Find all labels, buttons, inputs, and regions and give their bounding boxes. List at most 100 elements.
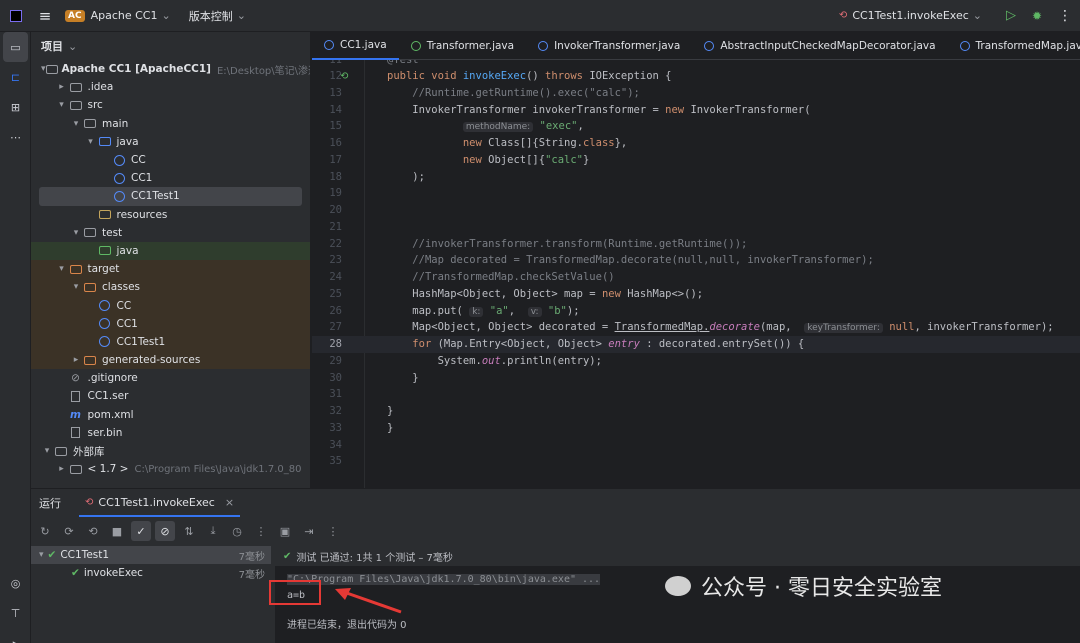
class-icon bbox=[111, 190, 127, 202]
tree-item[interactable]: CC1Test1 bbox=[39, 187, 302, 206]
chevron-icon[interactable]: ▾ bbox=[85, 137, 97, 147]
project-switcher[interactable]: AC Apache CC1 ⌄ bbox=[59, 0, 171, 32]
test-row[interactable]: ✔ invokeExec 7毫秒 bbox=[31, 564, 271, 582]
more-tools-icon[interactable]: ⋯ bbox=[0, 122, 31, 152]
tree-item[interactable]: ▾ java bbox=[31, 133, 310, 151]
more-icon[interactable]: ⋮ bbox=[1050, 0, 1080, 32]
chevron-icon[interactable]: ▾ bbox=[70, 119, 82, 129]
code-text: ); bbox=[387, 170, 425, 183]
chevron-icon[interactable]: ▸ bbox=[56, 464, 68, 474]
export-icon[interactable]: ⇥ bbox=[299, 521, 319, 541]
editor-tab[interactable]: Transformer.java bbox=[399, 32, 526, 60]
tree-item[interactable]: ⊘ .gitignore bbox=[31, 369, 310, 387]
debug-button[interactable]: ✹ bbox=[1024, 0, 1050, 32]
tree-item[interactable]: m pom.xml bbox=[31, 406, 310, 424]
jdk-icon bbox=[68, 463, 84, 475]
tool-window-bar: ▭ ⊏ ⊞ ⋯ ◎ ⊤ ▸ bbox=[0, 32, 31, 643]
code-line: 17 new Object[]{"calc"} bbox=[312, 152, 1080, 169]
tree-item[interactable]: ▸ .idea bbox=[31, 78, 310, 96]
chevron-icon[interactable]: ▸ bbox=[70, 355, 82, 365]
code-line: 33} bbox=[312, 420, 1080, 437]
test-row[interactable]: ▾ ✔ CC1Test1 7毫秒 bbox=[31, 546, 271, 564]
close-icon[interactable]: × bbox=[225, 496, 234, 509]
line-number: 22 bbox=[329, 237, 342, 250]
services-icon[interactable]: ◎ bbox=[0, 568, 31, 598]
structure-tool-icon[interactable]: ⊏ bbox=[0, 62, 31, 92]
tree-item[interactable]: ▾ main bbox=[31, 115, 310, 133]
chevron-icon[interactable]: ▾ bbox=[56, 100, 68, 110]
tree-item[interactable]: CC1 bbox=[31, 314, 310, 333]
chevron-icon[interactable]: ▾ bbox=[70, 228, 82, 238]
tree-item-label: .gitignore bbox=[87, 372, 138, 385]
terminal-icon[interactable]: ▸ bbox=[0, 628, 31, 643]
code-line: 18 ); bbox=[312, 169, 1080, 186]
rerun-icon[interactable]: ↻ bbox=[35, 521, 55, 541]
sort-icon[interactable]: ⇅ bbox=[179, 521, 199, 541]
vcs-menu[interactable]: 版本控制 ⌄ bbox=[171, 0, 246, 32]
code-line: 26 map.put( k: "a", v: "b"); bbox=[312, 303, 1080, 320]
console-output[interactable]: ✔ 测试 已通过: 1共 1 个测试 – 7毫秒 "C:\Program Fil… bbox=[269, 546, 1080, 643]
code-text: } bbox=[387, 371, 419, 384]
code-line: 11 @Test bbox=[329, 60, 419, 66]
code-line: 12 public void invokeExec() throws IOExce… bbox=[312, 68, 1080, 85]
run-tabs: 运行 ⟲ CC1Test1.invokeExec × bbox=[31, 489, 1080, 517]
code-line: 22 //invokerTransformer.transform(Runtim… bbox=[312, 236, 1080, 253]
tree-item[interactable]: CC1Test1 bbox=[31, 332, 310, 351]
code-text: InvokerTransformer invokerTransformer = … bbox=[387, 103, 811, 116]
rerun-failed-icon[interactable]: ⟳ bbox=[59, 521, 79, 541]
run-config-selector[interactable]: ⟲ CC1Test1.invokeExec ⌄ bbox=[839, 0, 998, 32]
more-icon[interactable]: ⋮ bbox=[251, 521, 271, 541]
run-button[interactable]: ▷ bbox=[998, 0, 1024, 32]
more-icon[interactable]: ⋮ bbox=[323, 521, 343, 541]
history-icon[interactable]: ◷ bbox=[227, 521, 247, 541]
tree-item[interactable]: ▸ < 1.7 > C:\Program Files\Java\jdk1.7.0_8… bbox=[31, 460, 310, 478]
main-menu-icon[interactable]: ≡ bbox=[31, 0, 59, 32]
test-folder-icon bbox=[97, 245, 113, 257]
code-text: map.put( k: "a", v: "b"); bbox=[387, 304, 580, 317]
project-tool-icon[interactable]: ▭ bbox=[3, 32, 28, 62]
chevron-icon[interactable]: ▸ bbox=[56, 82, 68, 92]
chevron-icon[interactable]: ▾ bbox=[41, 446, 53, 456]
build-icon[interactable]: ⊤ bbox=[0, 598, 31, 628]
class-icon bbox=[704, 40, 715, 51]
project-panel-header[interactable]: 项目 ⌄ bbox=[31, 32, 310, 60]
tree-item[interactable]: resources bbox=[31, 206, 310, 224]
code-view[interactable]: ⟲ 💡 11@Test12public void invokeExec() th… bbox=[312, 60, 1080, 488]
chevron-icon[interactable]: ▾ bbox=[56, 264, 68, 274]
tree-item[interactable]: ▾ src bbox=[31, 96, 310, 114]
code-line: 25 HashMap<Object, Object> map = new Has… bbox=[312, 286, 1080, 303]
editor-tab[interactable]: CC1.java bbox=[312, 32, 399, 60]
chevron-icon[interactable]: ▾ bbox=[70, 282, 82, 292]
show-ignored-icon[interactable]: ⊘ bbox=[155, 521, 175, 541]
code-line: 24 //TransformedMap.checkSetValue() bbox=[312, 269, 1080, 286]
tree-item[interactable]: ▾ classes bbox=[31, 278, 310, 297]
tree-item[interactable]: ▾ test bbox=[31, 224, 310, 242]
line-number: 25 bbox=[329, 287, 342, 300]
code-line: 29 System.out.println(entry); bbox=[312, 353, 1080, 370]
tree-item[interactable]: ▾Apache CC1 [ApacheCC1]E:\Desktop\笔记\渗透测… bbox=[31, 60, 310, 78]
screenshot-icon[interactable]: ▣ bbox=[275, 521, 295, 541]
tree-item[interactable]: java bbox=[31, 241, 310, 261]
tree-item[interactable]: CC1 bbox=[31, 169, 310, 187]
plugins-tool-icon[interactable]: ⊞ bbox=[0, 92, 31, 122]
stop-icon[interactable]: ■ bbox=[107, 521, 127, 541]
ide-logo-icon[interactable] bbox=[0, 0, 31, 32]
tree-item[interactable]: CC bbox=[31, 296, 310, 315]
tree-item[interactable]: ▾ 外部库 bbox=[31, 442, 310, 460]
tree-item[interactable]: ser.bin bbox=[31, 424, 310, 442]
tree-item[interactable]: CC bbox=[31, 151, 310, 169]
tree-item[interactable]: CC1.ser bbox=[31, 387, 310, 405]
toggle-autotest-icon[interactable]: ⟲ bbox=[83, 521, 103, 541]
show-passed-icon[interactable]: ✓ bbox=[131, 521, 151, 541]
tree-item[interactable]: ▾ target bbox=[31, 260, 310, 279]
tree-item[interactable]: ▸ generated-sources bbox=[31, 351, 310, 370]
editor-tab[interactable]: InvokerTransformer.java bbox=[526, 32, 692, 60]
line-number: 13 bbox=[329, 86, 342, 99]
editor-tab[interactable]: AbstractInputCheckedMapDecorator.java bbox=[692, 32, 947, 60]
run-config-tab[interactable]: ⟲ CC1Test1.invokeExec × bbox=[79, 489, 241, 517]
console-line: 进程已结束，退出代码为 0 bbox=[275, 618, 1080, 634]
run-config-label: CC1Test1.invokeExec bbox=[852, 9, 969, 22]
editor-tab[interactable]: TransformedMap.java bbox=[948, 32, 1080, 60]
run-toolbar: ↻ ⟳ ⟲ ■ ✓ ⊘ ⇅ ⤓ ◷ ⋮ ▣ ⇥ ⋮ bbox=[31, 517, 1080, 545]
expand-icon[interactable]: ⤓ bbox=[203, 521, 223, 541]
